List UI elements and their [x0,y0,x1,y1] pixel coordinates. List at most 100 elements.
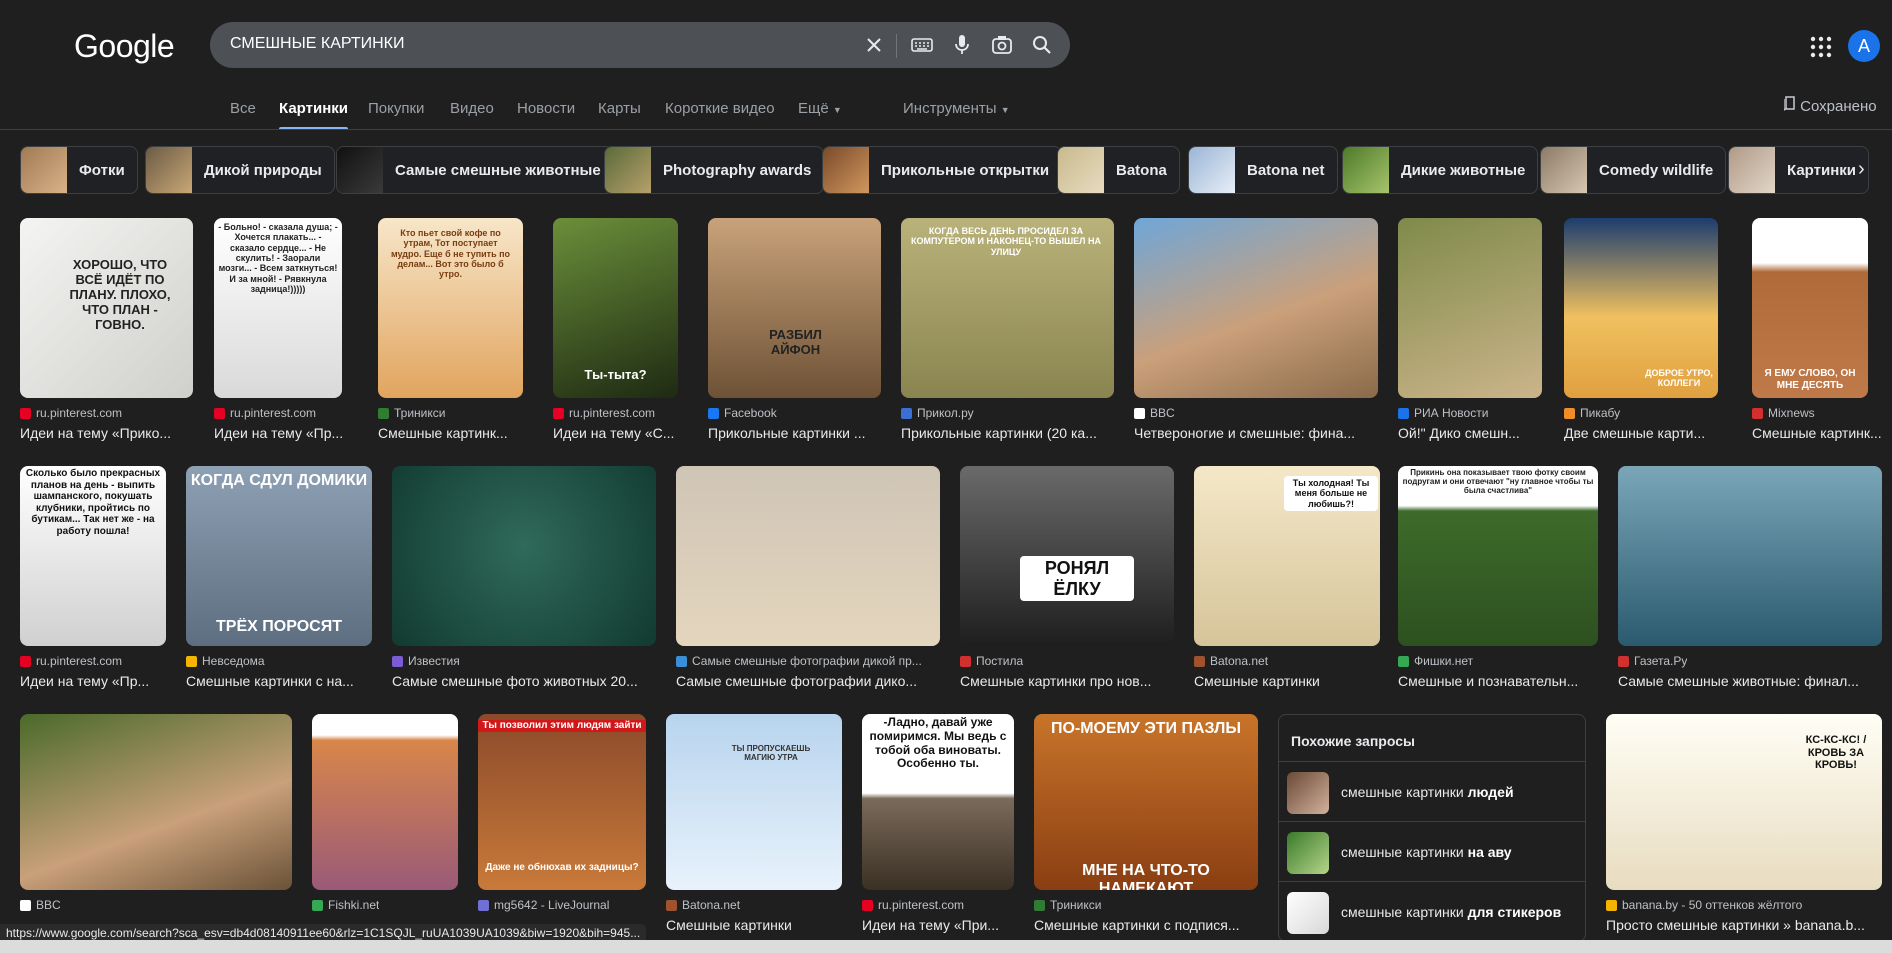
result-title[interactable]: Смешные картинки про нов... [960,673,1188,689]
tab-news[interactable]: Новости [517,100,575,117]
result-title[interactable]: Прикольные картинки (20 ка... [901,425,1128,441]
chevron-right-icon[interactable]: › [1858,158,1865,181]
result-thumbnail[interactable]: -Ладно, давай уже помиримся. Мы ведь с т… [862,714,1014,890]
result-source[interactable]: Facebook [708,406,881,420]
result-thumbnail[interactable]: Я ЕМУ СЛОВО, ОН МНЕ ДЕСЯТЬ [1752,218,1868,398]
related-item[interactable]: смешные картинки на аву [1279,821,1585,880]
result-source[interactable]: Известия [392,654,656,668]
image-result[interactable]: ПО-МОЕМУ ЭТИ ПАЗЛЫ МНЕ НА ЧТО-ТО НАМЕКАЮТ… [1034,714,1258,950]
image-result[interactable]: -Ладно, давай уже помиримся. Мы ведь с т… [862,714,1014,950]
result-source[interactable]: Самые смешные фотографии дикой пр... [676,654,940,668]
chip[interactable]: Photography awards [604,146,825,194]
search-box[interactable]: СМЕШНЫЕ КАРТИНКИ [210,22,1070,68]
result-source[interactable]: Прикол.ру [901,406,1114,420]
result-thumbnail[interactable]: Ты-тыта? [553,218,678,398]
chip[interactable]: Фотки [20,146,138,194]
image-result[interactable]: Известия Самые смешные фото животных 20..… [392,466,656,706]
result-source[interactable]: Fishki.net [312,898,458,912]
result-source[interactable]: BBC [1134,406,1378,420]
image-result[interactable]: Прикинь она показывает твою фотку своим … [1398,466,1598,706]
chip[interactable]: Картинки [1728,146,1870,194]
result-title[interactable]: Идеи на тему «Пр... [20,673,180,689]
result-source[interactable]: ru.pinterest.com [20,654,166,668]
image-result[interactable]: Ты позволил этим людям зайти Даже не обню… [478,714,646,950]
tab-shopping[interactable]: Покупки [368,100,424,117]
search-icon[interactable] [1030,33,1054,57]
result-thumbnail[interactable]: ДОБРОЕ УТРО, КОЛЛЕГИ [1564,218,1718,398]
tab-all[interactable]: Все [230,100,256,117]
image-result[interactable]: РИА Новости Ой!" Дико смешн... [1398,218,1542,458]
result-thumbnail[interactable]: РОНЯЛ ЁЛКУ [960,466,1174,646]
keyboard-icon[interactable] [910,33,934,57]
image-result[interactable]: Самые смешные фотографии дикой пр... Самы… [676,466,940,706]
result-title[interactable]: Идеи на тему «Прико... [20,425,207,441]
image-result[interactable]: Fishki.net [312,714,458,950]
result-thumbnail[interactable]: Прикинь она показывает твою фотку своим … [1398,466,1598,646]
chip[interactable]: Самые смешные животные [336,146,614,194]
image-result[interactable]: Ты-тыта? ru.pinterest.com Идеи на тему «С.… [553,218,678,458]
result-thumbnail[interactable]: ТЫ ПРОПУСКАЕШЬ МАГИЮ УТРА [666,714,842,890]
image-result[interactable]: - Больно! - сказала душа; - Хочется плак… [214,218,343,458]
chip[interactable]: Batona [1057,146,1180,194]
result-title[interactable]: Смешные картинк... [378,425,537,441]
result-title[interactable]: Просто смешные картинки » banana.b... [1606,917,1892,933]
image-result[interactable]: Ты холодная! Ты меня больше не любишь?! B… [1194,466,1380,706]
result-source[interactable]: mg5642 - LiveJournal [478,898,646,912]
tab-short-videos[interactable]: Короткие видео [665,100,775,117]
result-source[interactable]: Триникси [1034,898,1258,912]
result-thumbnail[interactable]: КС-КС-КС! / КРОВЬ ЗА КРОВЬ! [1606,714,1882,890]
result-source[interactable]: Триникси [378,406,523,420]
result-thumbnail[interactable]: КОГДА СДУЛ ДОМИКИ ТРЁХ ПОРОСЯТ [186,466,372,646]
result-source[interactable]: Пикабу [1564,406,1718,420]
result-title[interactable]: Прикольные картинки ... [708,425,895,441]
chip[interactable]: Дикой природы [145,146,335,194]
saved-link[interactable]: Сохранено [1783,96,1877,115]
tools-menu[interactable]: Инструменты ▼ [903,100,1010,117]
related-item[interactable]: смешные картинки для стикеров [1279,881,1585,940]
result-title[interactable]: Ой!" Дико смешн... [1398,425,1556,441]
apps-grid-icon[interactable] [1810,36,1832,58]
result-source[interactable]: Невседома [186,654,372,668]
result-title[interactable]: Самые смешные животные: финал... [1618,673,1892,689]
result-thumbnail[interactable]: - Больно! - сказала душа; - Хочется плак… [214,218,342,398]
result-source[interactable]: BBC [20,898,292,912]
result-title[interactable]: Самые смешные фото животных 20... [392,673,670,689]
image-result[interactable]: BBC [20,714,292,950]
result-source[interactable]: banana.by - 50 оттенков жёлтого [1606,898,1882,912]
image-result[interactable]: ХОРОШО, ЧТО ВСЁ ИДЁТ ПО ПЛАНУ. ПЛОХО, ЧТ… [20,218,193,458]
result-title[interactable]: Идеи на тему «С... [553,425,692,441]
result-thumbnail[interactable]: ПО-МОЕМУ ЭТИ ПАЗЛЫ МНЕ НА ЧТО-ТО НАМЕКАЮТ [1034,714,1258,890]
result-title[interactable]: Смешные картинки с подпися... [1034,917,1272,933]
chip[interactable]: Дикие животные [1342,146,1539,194]
image-result[interactable]: ДОБРОЕ УТРО, КОЛЛЕГИ Пикабу Две смешные ка… [1564,218,1718,458]
result-source[interactable]: ru.pinterest.com [553,406,678,420]
result-source[interactable]: Mixnews [1752,406,1868,420]
result-thumbnail[interactable] [392,466,656,646]
result-title[interactable]: Смешные и познавательн... [1398,673,1612,689]
chip[interactable]: Batona net [1188,146,1338,194]
tab-videos[interactable]: Видео [450,100,494,117]
image-result[interactable]: ТЫ ПРОПУСКАЕШЬ МАГИЮ УТРА Batona.net Смешн… [666,714,842,950]
tab-images[interactable]: Картинки [279,100,349,130]
result-source[interactable]: Фишки.нет [1398,654,1598,668]
result-thumbnail[interactable]: Сколько было прекрасных планов на день -… [20,466,166,646]
result-thumbnail[interactable]: ХОРОШО, ЧТО ВСЁ ИДЁТ ПО ПЛАНУ. ПЛОХО, ЧТ… [20,218,193,398]
result-title[interactable]: Смешные картинки [666,917,856,933]
result-thumbnail[interactable] [676,466,940,646]
result-thumbnail[interactable] [20,714,292,890]
result-thumbnail[interactable]: Ты позволил этим людям зайти Даже не обню… [478,714,646,890]
image-result[interactable]: Кто пьет свой кофе по утрам, Тот поступа… [378,218,523,458]
result-source[interactable]: ru.pinterest.com [862,898,1014,912]
result-title[interactable]: Смешные картинки [1194,673,1394,689]
result-thumbnail[interactable] [312,714,458,890]
google-logo[interactable]: Google [74,28,175,65]
result-title[interactable]: Две смешные карти... [1564,425,1732,441]
image-result[interactable]: Я ЕМУ СЛОВО, ОН МНЕ ДЕСЯТЬ Mixnews Смешные… [1752,218,1882,458]
result-source[interactable]: Постила [960,654,1174,668]
result-thumbnail[interactable]: Кто пьет свой кофе по утрам, Тот поступа… [378,218,523,398]
clear-icon[interactable] [862,33,886,57]
result-source[interactable]: РИА Новости [1398,406,1542,420]
search-input[interactable]: СМЕШНЫЕ КАРТИНКИ [230,35,404,53]
result-thumbnail[interactable]: РАЗБИЛ АЙФОН [708,218,881,398]
result-title[interactable]: Идеи на тему «При... [862,917,1028,933]
